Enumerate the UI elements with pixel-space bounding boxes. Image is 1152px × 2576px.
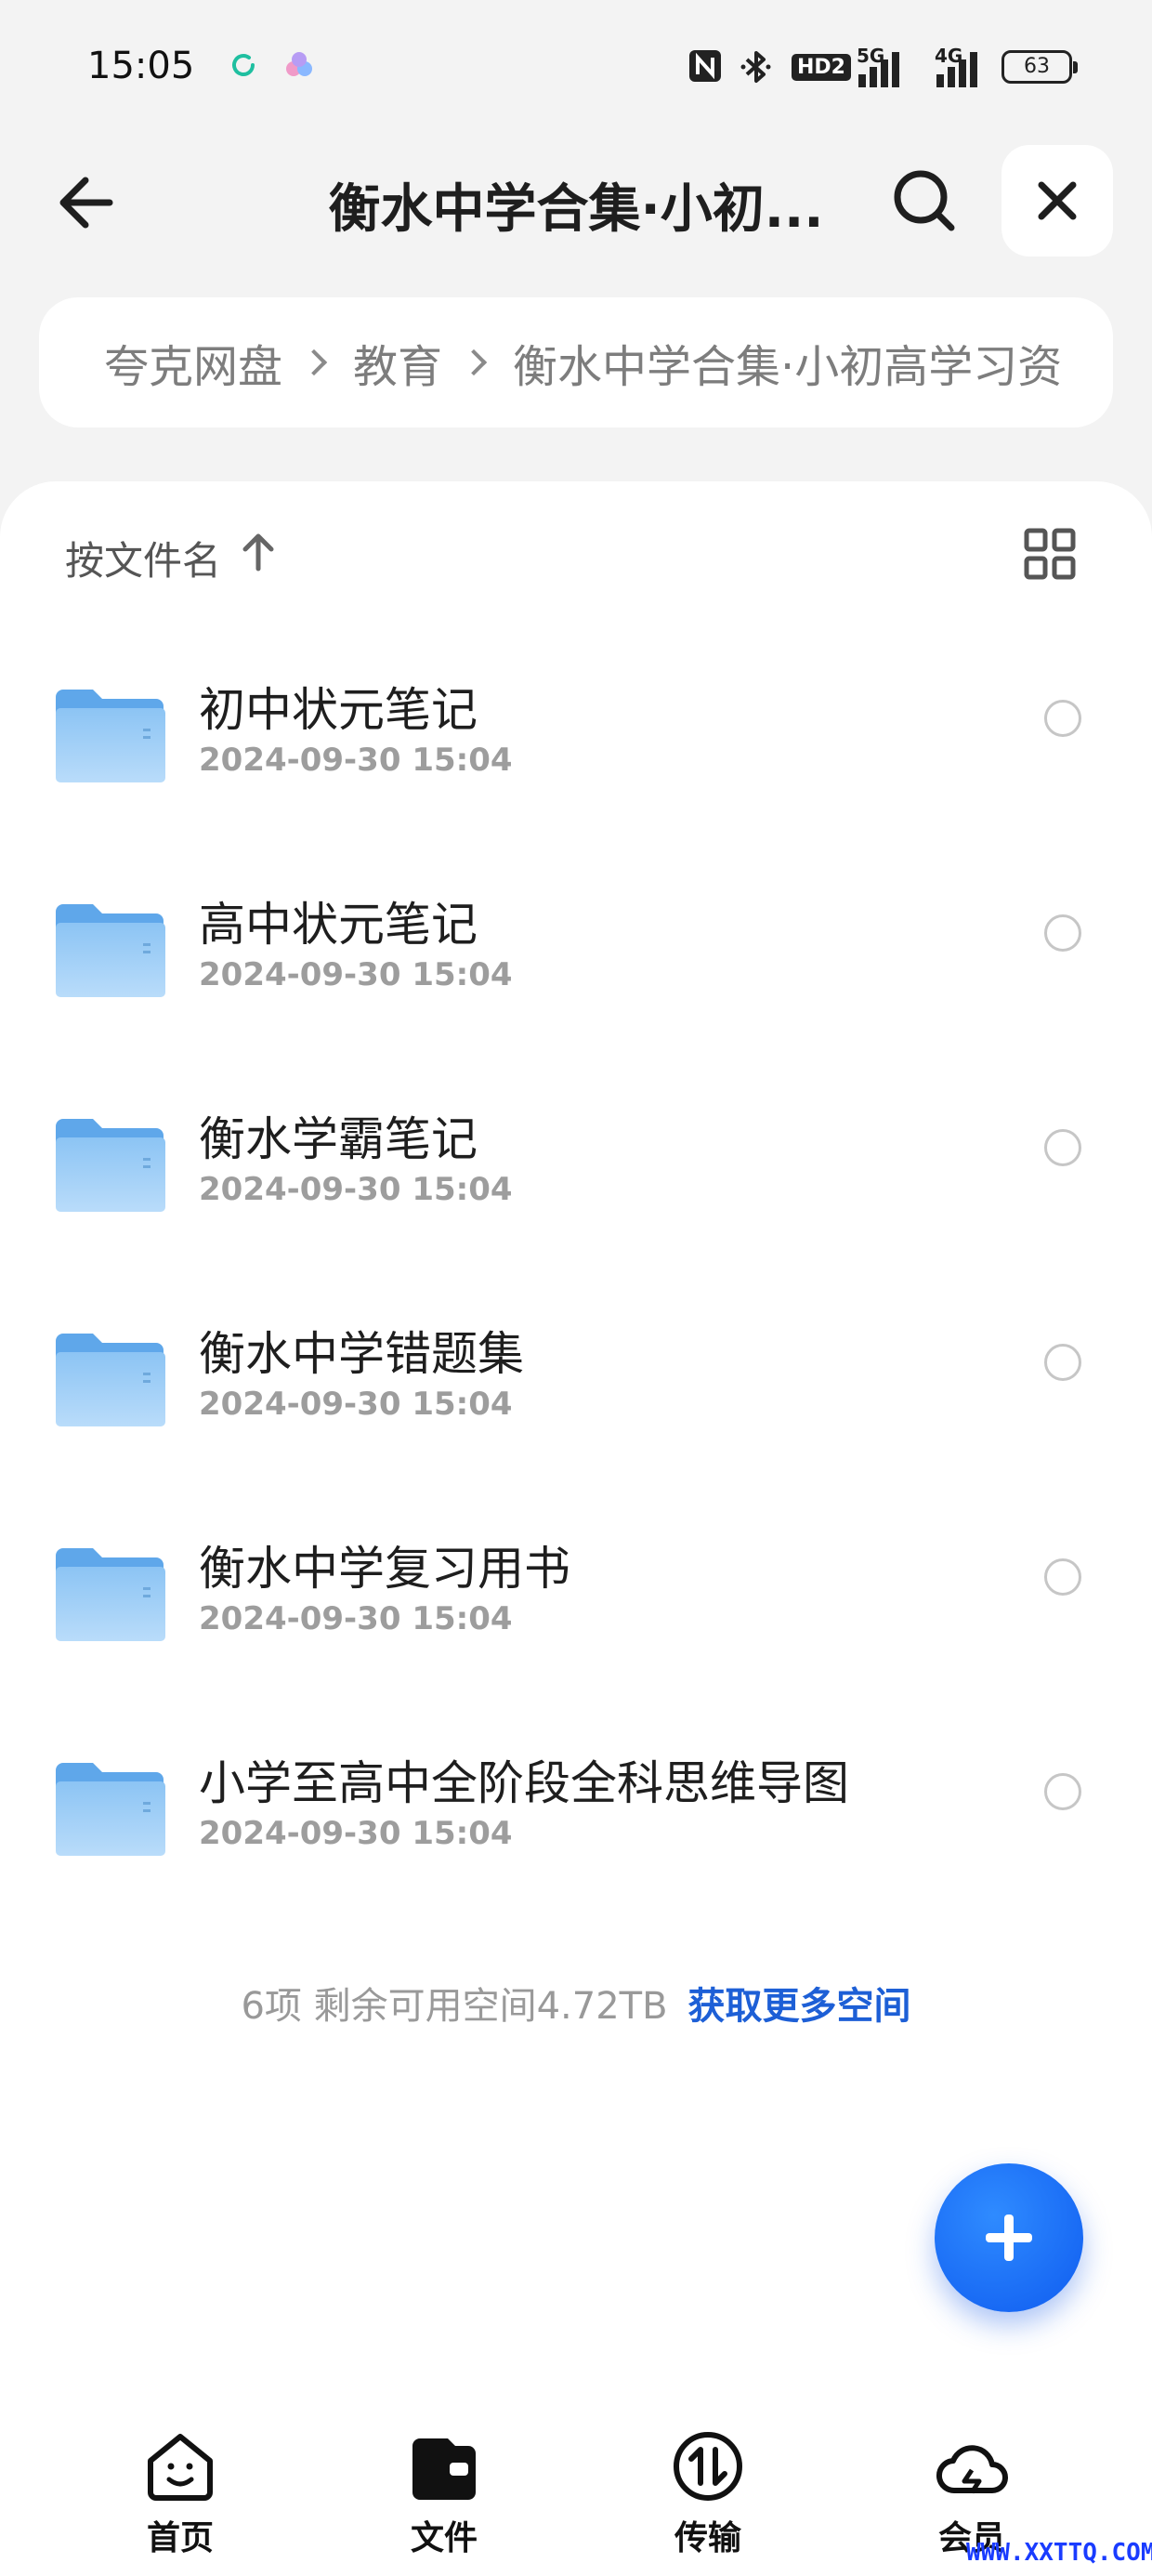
- file-row[interactable]: 高中状元笔记 2024-09-30 15:04: [0, 856, 1152, 1071]
- file-name: 衡水学霸笔记: [199, 1112, 478, 1166]
- close-button[interactable]: [1001, 145, 1113, 256]
- select-checkbox[interactable]: [1044, 1773, 1081, 1810]
- select-checkbox[interactable]: [1044, 1129, 1081, 1166]
- folder-icon: [54, 1332, 165, 1426]
- file-name: 小学至高中全阶段全科思维导图: [199, 1756, 849, 1810]
- breadcrumb-item-education[interactable]: 教育: [353, 330, 442, 395]
- nav-transfer[interactable]: 传输: [615, 2407, 801, 2576]
- file-date: 2024-09-30 15:04: [199, 742, 513, 779]
- page-title: 衡水中学合集·小初...: [328, 179, 824, 240]
- select-checkbox[interactable]: [1044, 1344, 1081, 1381]
- select-checkbox[interactable]: [1044, 700, 1081, 737]
- nav-files-label: 文件: [410, 2519, 478, 2557]
- breadcrumb-item-current: 衡水中学合集·小初高学习资: [513, 341, 1063, 393]
- breadcrumb: 夸克网盘 教育 衡水中学合集·小初高学习资: [39, 297, 1113, 427]
- transfer-icon: [674, 2432, 742, 2501]
- nav-home-label: 首页: [146, 2519, 214, 2557]
- folder-icon: [54, 1546, 165, 1641]
- file-name: 衡水中学复习用书: [199, 1542, 570, 1596]
- file-row[interactable]: 衡水中学错题集 2024-09-30 15:04: [0, 1285, 1152, 1500]
- signal-4g-icon: [936, 52, 977, 87]
- file-row[interactable]: 衡水中学复习用书 2024-09-30 15:04: [0, 1500, 1152, 1715]
- chevron-right-icon: [460, 348, 488, 376]
- get-more-space-link[interactable]: 获取更多空间: [688, 1985, 911, 2028]
- nav-transfer-label: 传输: [674, 2519, 741, 2557]
- back-button[interactable]: [52, 167, 123, 238]
- folder-icon: [54, 688, 165, 782]
- arrow-up-icon[interactable]: [240, 532, 277, 572]
- battery-indicator: 63: [1001, 50, 1078, 84]
- storage-info: 6项 剩余可用空间4.72TB 获取更多空间: [0, 1976, 1152, 2030]
- close-icon: [1038, 181, 1077, 220]
- file-date: 2024-09-30 15:04: [199, 956, 513, 993]
- status-time: 15:05: [87, 45, 195, 87]
- grid-view-toggle[interactable]: [1024, 528, 1076, 580]
- nav-files[interactable]: 文件: [351, 2407, 537, 2576]
- folder-icon: [54, 1117, 165, 1212]
- folder-icon: [54, 1761, 165, 1856]
- bluetooth-icon: [740, 51, 771, 83]
- watermark-text: WWW.XXTTQ.COM: [966, 2539, 1152, 2567]
- chevron-right-icon: [300, 348, 328, 376]
- breadcrumb-item-quark-drive[interactable]: 夸克网盘: [104, 330, 282, 395]
- search-button[interactable]: [887, 164, 962, 238]
- file-row[interactable]: 小学至高中全阶段全科思维导图 2024-09-30 15:04: [0, 1715, 1152, 1929]
- add-button[interactable]: [935, 2163, 1083, 2312]
- sort-button[interactable]: 按文件名: [65, 530, 221, 586]
- file-date: 2024-09-30 15:04: [199, 1386, 513, 1423]
- signal-5g-icon: [858, 52, 899, 87]
- select-checkbox[interactable]: [1044, 914, 1081, 952]
- file-name: 初中状元笔记: [199, 683, 478, 737]
- cloud-icon: [936, 2445, 1008, 2494]
- hd-badge: HD2: [792, 54, 851, 81]
- file-date: 2024-09-30 15:04: [199, 1600, 513, 1637]
- wallet-folder-icon: [412, 2438, 476, 2500]
- file-row[interactable]: 衡水学霸笔记 2024-09-30 15:04: [0, 1071, 1152, 1285]
- nfc-icon: [689, 50, 721, 82]
- select-checkbox[interactable]: [1044, 1558, 1081, 1596]
- app-badge-icon: [286, 52, 312, 76]
- home-smile-icon: [148, 2434, 213, 2501]
- file-name: 衡水中学错题集: [199, 1327, 524, 1381]
- file-date: 2024-09-30 15:04: [199, 1171, 513, 1208]
- file-date: 2024-09-30 15:04: [199, 1815, 513, 1852]
- item-count-text: 6项 剩余可用空间4.72TB: [241, 1985, 668, 2028]
- file-name: 高中状元笔记: [199, 898, 478, 952]
- sync-icon: [232, 54, 255, 76]
- nav-home[interactable]: 首页: [87, 2407, 273, 2576]
- folder-icon: [54, 902, 165, 997]
- file-row[interactable]: 初中状元笔记 2024-09-30 15:04: [0, 641, 1152, 856]
